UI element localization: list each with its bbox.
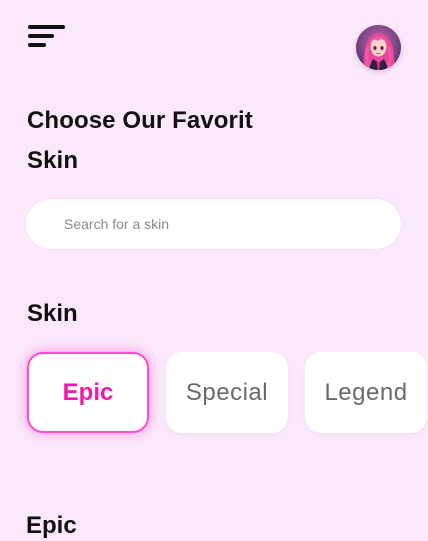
menu-bar-line <box>28 25 65 29</box>
search-input[interactable] <box>64 216 384 232</box>
page-title: Choose Our Favorit Skin <box>27 107 253 174</box>
skin-category-label: Special <box>185 378 269 406</box>
menu-bar-line <box>28 34 54 38</box>
skin-category-legend[interactable]: Legend <box>305 352 427 433</box>
skin-category-epic[interactable]: Epic <box>27 352 149 433</box>
avatar-image <box>356 25 401 70</box>
skin-category-label: Legend <box>324 378 408 406</box>
section-title-epic: Epic <box>26 512 77 539</box>
skin-category-special[interactable]: Special <box>166 352 288 433</box>
hamburger-menu-icon[interactable] <box>26 24 66 48</box>
avatar[interactable] <box>356 25 401 70</box>
top-bar <box>0 0 428 80</box>
menu-bar-line <box>28 43 46 47</box>
search-box[interactable] <box>26 199 401 249</box>
skin-category-label: Epic <box>62 378 114 406</box>
section-title-skin: Skin <box>27 300 78 327</box>
